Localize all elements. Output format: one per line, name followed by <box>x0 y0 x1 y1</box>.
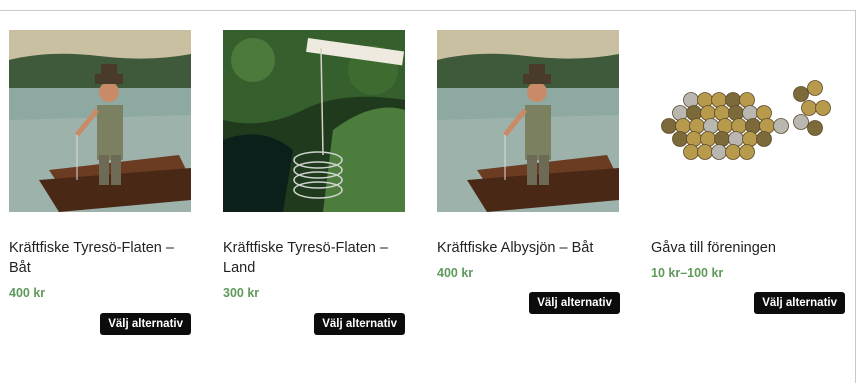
select-options-button[interactable]: Välj alternativ <box>314 313 405 335</box>
product-price: 300 kr <box>223 286 260 300</box>
product-title[interactable]: Kräftfiske Tyresö-Flaten – Land <box>223 238 413 278</box>
select-options-button[interactable]: Välj alternativ <box>100 313 191 335</box>
product-title[interactable]: Gåva till föreningen <box>651 238 841 258</box>
select-options-button[interactable]: Välj alternativ <box>529 292 620 314</box>
product-card: Kräftfiske Tyresö-Flaten – Land 300 kr V… <box>223 30 413 335</box>
product-card: Kräftfiske Albysjön – Båt 400 kr Välj al… <box>437 30 627 314</box>
product-image[interactable] <box>223 30 405 212</box>
product-price: 400 kr <box>437 266 474 280</box>
product-image[interactable] <box>437 30 619 212</box>
product-price: 400 kr <box>9 286 46 300</box>
product-price: 10 kr–100 kr <box>651 266 724 280</box>
product-image[interactable] <box>9 30 191 212</box>
product-card: Gåva till föreningen 10 kr–100 kr Välj a… <box>651 30 845 314</box>
product-title[interactable]: Kräftfiske Tyresö-Flaten – Båt <box>9 238 199 278</box>
select-options-button[interactable]: Välj alternativ <box>754 292 845 314</box>
product-title[interactable]: Kräftfiske Albysjön – Båt <box>437 238 627 258</box>
product-card: Kräftfiske Tyresö-Flaten – Båt 400 kr Vä… <box>9 30 199 335</box>
product-image[interactable] <box>651 30 833 212</box>
